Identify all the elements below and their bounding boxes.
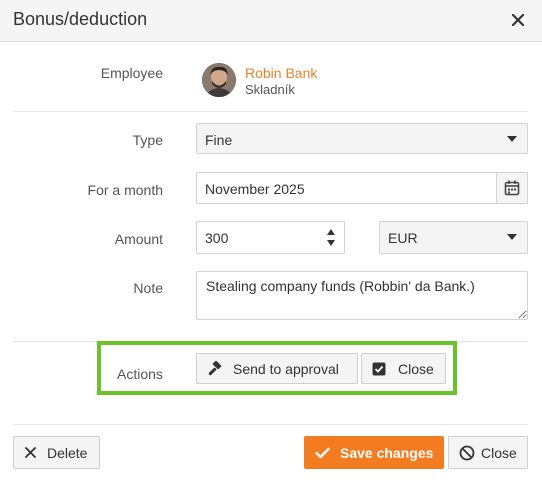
employee-name[interactable]: Robin Bank	[245, 65, 317, 81]
divider	[13, 111, 528, 112]
actions-highlight: Actions Send to approval Close	[97, 341, 457, 395]
employee-label: Employee	[100, 65, 163, 81]
month-label: For a month	[87, 182, 163, 198]
checkbox-icon	[372, 362, 386, 376]
send-to-approval-label: Send to approval	[233, 360, 339, 377]
ban-icon	[459, 445, 475, 461]
dialog-header: Bonus/deduction	[0, 0, 542, 42]
type-select[interactable]: Fine	[196, 123, 528, 154]
check-icon	[315, 447, 330, 459]
stepper-up-icon[interactable]	[327, 229, 335, 235]
currency-value: EUR	[388, 230, 418, 246]
currency-select[interactable]: EUR	[379, 221, 528, 254]
dialog-title: Bonus/deduction	[13, 9, 148, 29]
amount-label: Amount	[114, 231, 163, 247]
gavel-icon	[207, 360, 223, 377]
calendar-button[interactable]	[496, 173, 527, 203]
amount-input[interactable]: 300	[196, 221, 320, 254]
close-icon	[512, 14, 524, 26]
dialog-close-button[interactable]	[509, 9, 527, 31]
month-field[interactable]: November 2025	[196, 172, 528, 204]
calendar-icon	[504, 180, 520, 196]
chevron-down-icon	[507, 234, 517, 240]
send-to-approval-button[interactable]: Send to approval	[196, 353, 358, 384]
divider	[13, 424, 528, 425]
avatar-image	[202, 63, 236, 97]
actions-label: Actions	[117, 366, 163, 382]
save-changes-button[interactable]: Save changes	[304, 436, 444, 469]
actions-close-button[interactable]: Close	[361, 353, 446, 384]
actions-close-label: Close	[398, 360, 434, 377]
amount-value: 300	[205, 230, 229, 246]
x-icon	[25, 447, 36, 458]
note-label: Note	[133, 280, 163, 296]
note-textarea[interactable]: Stealing company funds (Robbin' da Bank.…	[196, 271, 528, 320]
stepper-down-icon[interactable]	[327, 240, 335, 246]
employee-role: Skladník	[245, 82, 295, 97]
type-value: Fine	[205, 132, 233, 148]
month-value: November 2025	[205, 181, 305, 197]
type-label: Type	[132, 132, 163, 148]
save-changes-label: Save changes	[340, 444, 434, 461]
delete-label: Delete	[47, 444, 88, 461]
amount-stepper[interactable]	[319, 221, 345, 254]
avatar	[202, 63, 236, 97]
footer-close-label: Close	[481, 444, 517, 461]
footer-close-button[interactable]: Close	[448, 436, 528, 469]
chevron-down-icon	[507, 136, 517, 142]
delete-button[interactable]: Delete	[13, 436, 100, 469]
